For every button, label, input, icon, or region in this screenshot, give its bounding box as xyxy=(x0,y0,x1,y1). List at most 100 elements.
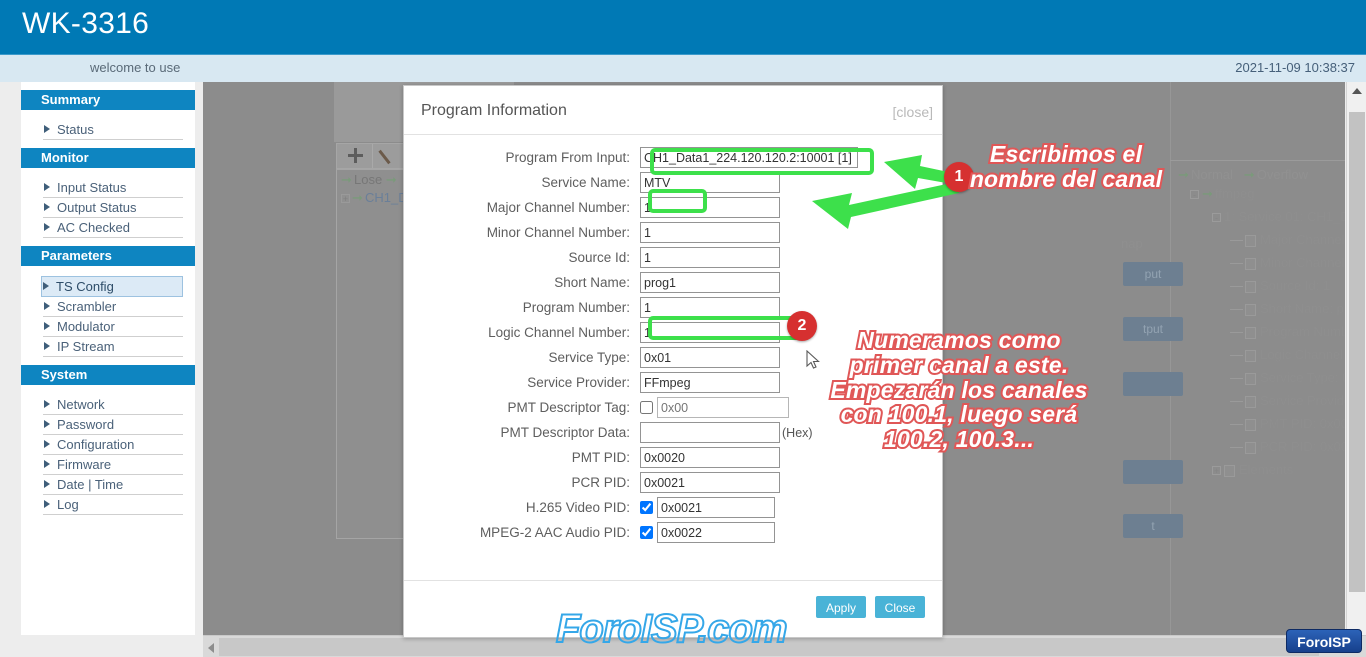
output-button-3[interactable] xyxy=(1123,372,1183,396)
folder-icon xyxy=(1224,464,1235,477)
output-button-1[interactable]: put xyxy=(1123,262,1183,286)
sidebar-item-label: AC Checked xyxy=(57,220,130,235)
sidebar-item-password[interactable]: Password xyxy=(43,415,183,435)
sidebar-item-label: IP Stream xyxy=(57,339,115,354)
close-button[interactable]: Close xyxy=(875,596,925,618)
dialog-close-link[interactable]: [close] xyxy=(893,104,933,120)
field-row-program-number: Program Number: xyxy=(404,295,942,320)
sidebar-item-label: Output Status xyxy=(57,200,137,215)
tree-dash: — xyxy=(1230,347,1243,362)
apply-button[interactable]: Apply xyxy=(816,596,866,618)
pmt-descriptor-tag-checkbox-wrap xyxy=(640,397,789,418)
scroll-left-arrow-icon[interactable] xyxy=(208,643,214,653)
sidebar-item-status[interactable]: Status xyxy=(43,120,183,140)
logic-channel-number-field[interactable] xyxy=(640,322,780,343)
mpeg2-aac-audio-pid-checkbox-wrap xyxy=(640,522,775,543)
short-name-field[interactable] xyxy=(640,272,780,293)
program-from-input-field[interactable] xyxy=(640,147,858,168)
step-badge-2: 2 xyxy=(787,311,817,341)
h265-video-pid-checkbox[interactable] xyxy=(640,501,653,514)
major-channel-number-field[interactable] xyxy=(640,197,780,218)
triangle-right-icon xyxy=(44,322,50,330)
vertical-scrollbar[interactable] xyxy=(1346,82,1366,635)
output-button-5[interactable]: t xyxy=(1123,514,1183,538)
field-row-service-name: Service Name: xyxy=(404,170,942,195)
field-row-h265-video-pid: H.265 Video PID: xyxy=(404,495,942,520)
tree-child-row: — PCR PID: 0x0021 xyxy=(1176,435,1345,458)
sidebar-item-configuration[interactable]: Configuration xyxy=(43,435,183,455)
field-row-short-name: Short Name: xyxy=(404,270,942,295)
minor-channel-number-field[interactable] xyxy=(640,222,780,243)
output-button-4[interactable] xyxy=(1123,460,1183,484)
scroll-up-arrow-icon[interactable] xyxy=(1352,88,1362,94)
sidebar-item-date-time[interactable]: Date | Time xyxy=(43,475,183,495)
program-number-field[interactable] xyxy=(640,297,780,318)
legend-normal: Normal xyxy=(1191,167,1233,182)
sidebar-item-modulator[interactable]: Modulator xyxy=(43,317,183,337)
tree-root-row[interactable]: - ➞ ffmpeg xyxy=(1176,182,1345,205)
h265-video-pid-field[interactable] xyxy=(657,497,775,518)
sidebar-item-log[interactable]: Log xyxy=(43,495,183,515)
sidebar-item-ts-config[interactable]: TS Config xyxy=(41,276,183,297)
sidebar-item-input-status[interactable]: Input Status xyxy=(43,178,183,198)
sidebar: Summary Status Monitor Input Status Outp… xyxy=(21,82,195,635)
triangle-right-icon xyxy=(44,223,50,231)
field-label: Program Number: xyxy=(522,300,630,315)
sidebar-item-label: Date | Time xyxy=(57,477,124,492)
tree-child-row: — Logic Channel Number: 1 xyxy=(1176,343,1345,366)
sidebar-item-network[interactable]: Network xyxy=(43,395,183,415)
sidebar-item-label: Password xyxy=(57,417,115,432)
sidebar-item-firmware[interactable]: Firmware xyxy=(43,455,183,475)
output-button-2[interactable]: tput xyxy=(1123,317,1183,341)
pcr-pid-field[interactable] xyxy=(640,472,780,493)
sidebar-item-ac-checked[interactable]: AC Checked xyxy=(43,218,183,238)
tree-child-row: — PMT PID: 0x0020 xyxy=(1176,412,1345,435)
tree-dash: — xyxy=(1230,370,1243,385)
pmt-descriptor-tag-checkbox[interactable] xyxy=(640,401,653,414)
pmt-descriptor-tag-field[interactable] xyxy=(657,397,789,418)
h265-video-pid-checkbox-wrap xyxy=(640,497,775,518)
add-icon[interactable] xyxy=(337,144,373,168)
service-provider-field[interactable] xyxy=(640,372,780,393)
sidebar-item-label: Network xyxy=(57,397,105,412)
sidebar-item-output-status[interactable]: Output Status xyxy=(43,198,183,218)
vertical-scroll-thumb[interactable] xyxy=(1349,112,1365,592)
mpeg2-aac-audio-pid-checkbox[interactable] xyxy=(640,526,653,539)
sidebar-item-scrambler[interactable]: Scrambler xyxy=(43,297,183,317)
tree-dash: — xyxy=(1230,301,1243,316)
collapse-minus-icon[interactable]: - xyxy=(1212,213,1221,223)
field-label: H.265 Video PID: xyxy=(525,500,630,515)
expand-plus-icon[interactable]: + xyxy=(341,194,350,204)
source-id-field[interactable] xyxy=(640,247,780,268)
arrow-right-icon: ➞ xyxy=(1178,167,1189,182)
datetime-text: 2021-11-09 10:38:37 xyxy=(1235,60,1355,75)
tree-node-row[interactable]: -1: Service 01: CH1_Data1_224.120.120.2:… xyxy=(1176,205,1345,228)
service-name-field[interactable] xyxy=(640,172,780,193)
service-type-field[interactable] xyxy=(640,347,780,368)
dialog-header: Program Information [close] xyxy=(404,86,942,135)
watermark-badge: ForoISP xyxy=(1286,629,1362,653)
field-label: Source Id: xyxy=(568,250,630,265)
expand-plus-icon[interactable]: + xyxy=(1212,466,1221,476)
document-icon xyxy=(1245,234,1256,247)
mpeg2-aac-audio-pid-field[interactable] xyxy=(657,522,775,543)
collapse-minus-icon[interactable]: - xyxy=(1190,190,1199,200)
pmt-pid-field[interactable] xyxy=(640,447,780,468)
arrow-right-icon: ➞ xyxy=(385,172,397,187)
document-icon xyxy=(1245,326,1256,339)
tree-child-row: — Major Channel Number: 1 xyxy=(1176,228,1345,251)
tree-elements-row[interactable]: + Elements xyxy=(1176,458,1345,481)
triangle-right-icon xyxy=(44,203,50,211)
tree-child-label: Program Number: 1001 xyxy=(1260,324,1345,339)
tree-child-label: Short Name: prog1 xyxy=(1260,301,1345,316)
tree-dash: — xyxy=(1230,232,1243,247)
tree-child-row: — Minor Channel Number: 1 xyxy=(1176,251,1345,274)
document-icon xyxy=(1245,372,1256,385)
tree-child-label: PCR PID: 0x0021 xyxy=(1260,439,1345,454)
annotation-text-2: Numeramos como primer canal a este. Empe… xyxy=(828,326,1089,454)
welcome-text: welcome to use xyxy=(90,60,181,75)
sidebar-item-ip-stream[interactable]: IP Stream xyxy=(43,337,183,357)
pmt-descriptor-data-field[interactable] xyxy=(640,422,780,443)
